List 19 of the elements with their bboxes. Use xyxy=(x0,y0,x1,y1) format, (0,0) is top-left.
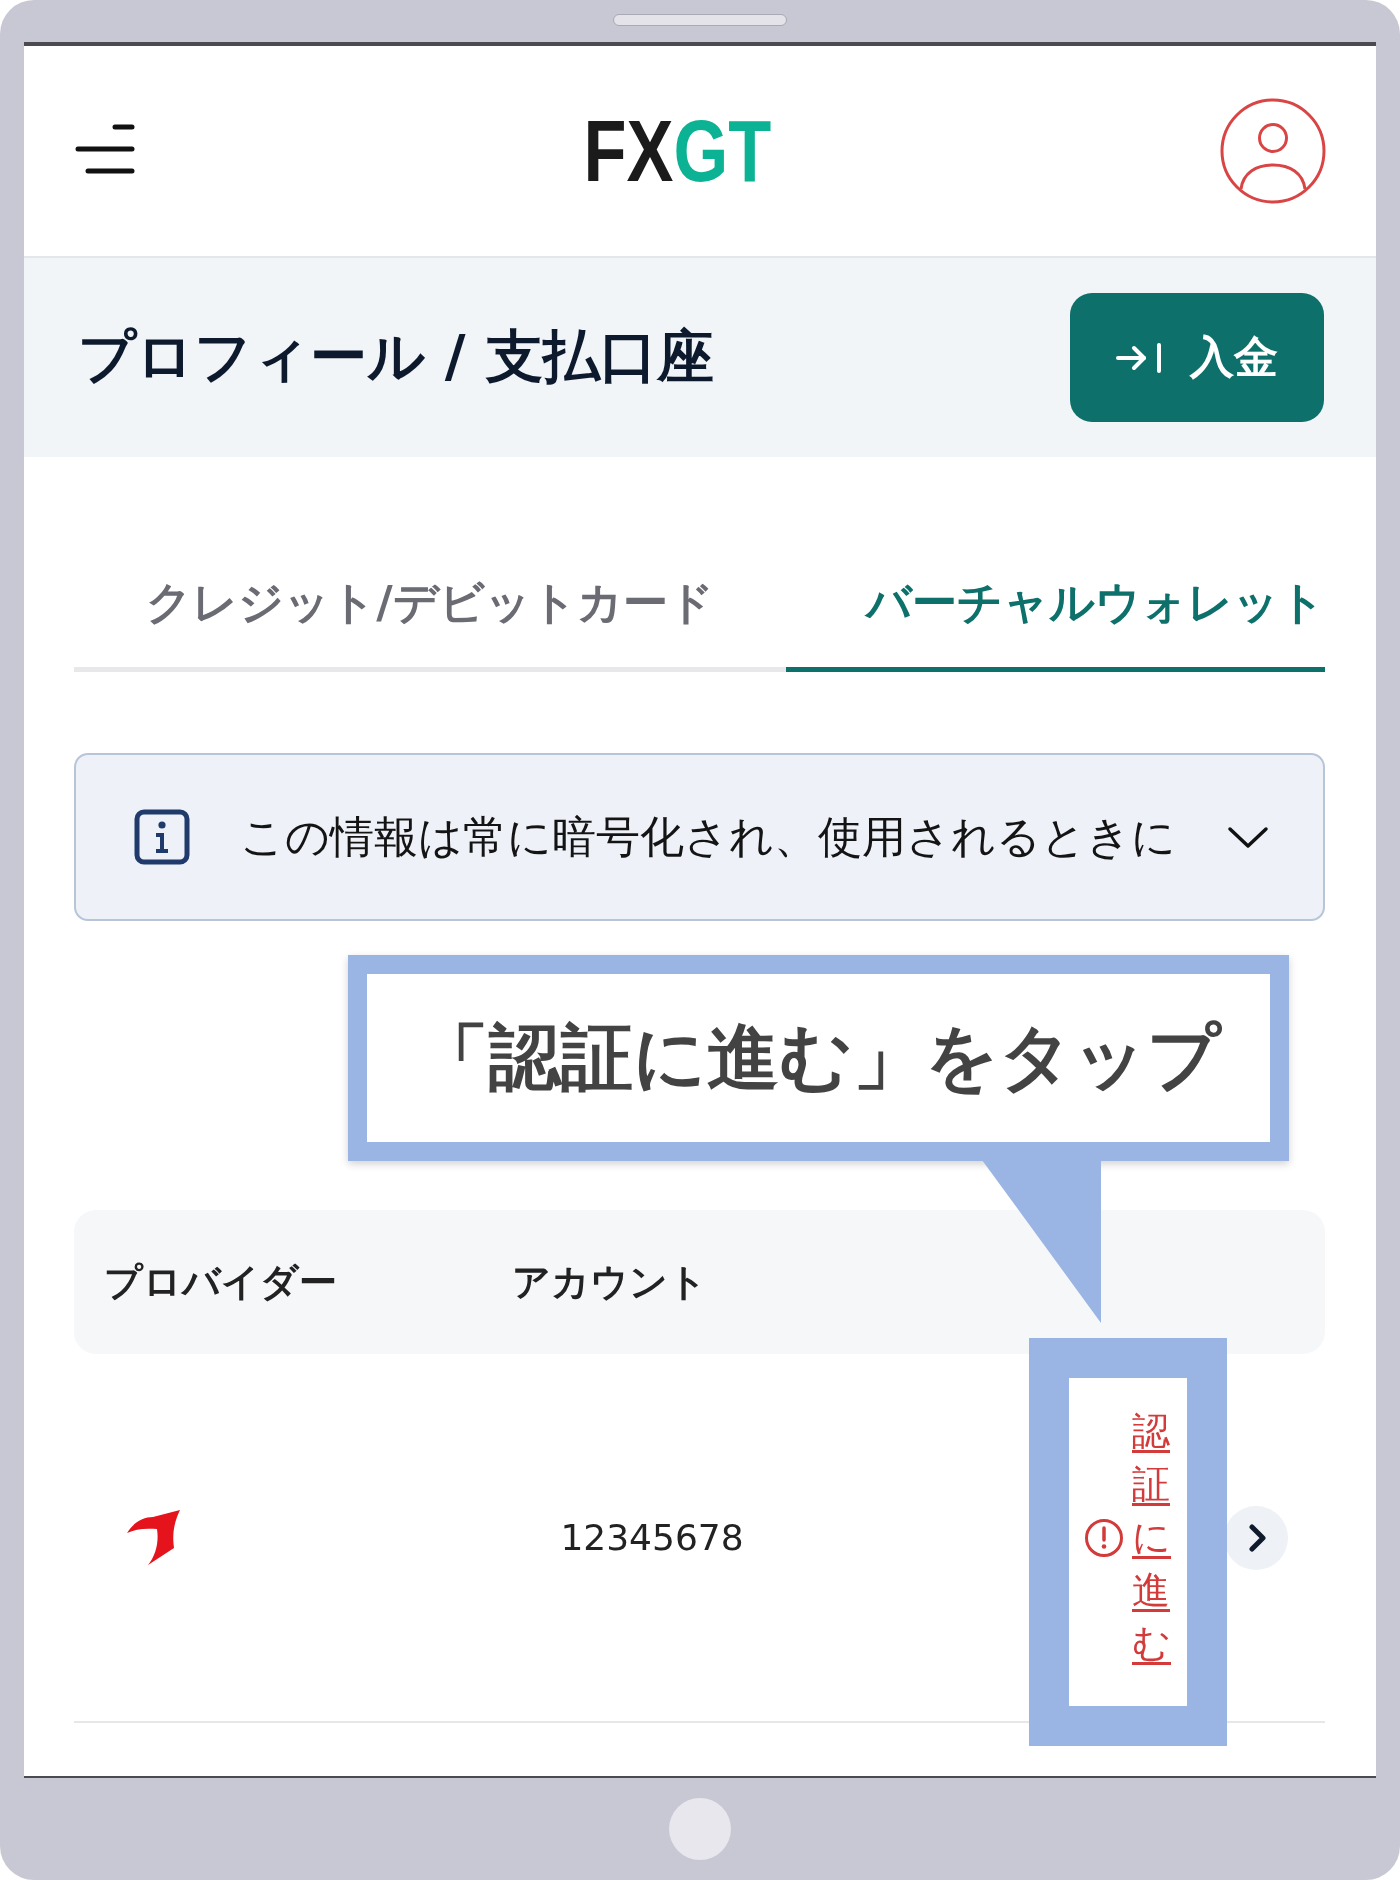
chevron-right-icon xyxy=(1248,1523,1267,1552)
arrow-right-bar-icon xyxy=(1116,341,1162,374)
logo[interactable]: FXGT xyxy=(583,107,772,195)
menu-icon[interactable] xyxy=(75,123,135,175)
tab[interactable]: クレジット/デビットカード xyxy=(74,555,786,672)
account-number: 12345678 xyxy=(560,1517,744,1558)
provider-logo-icon xyxy=(127,1510,181,1565)
user-avatar-icon[interactable] xyxy=(1220,98,1326,204)
notice-text: この情報は常に暗号化され、使用されるときに xyxy=(240,809,1176,864)
info-icon xyxy=(134,809,190,865)
deposit-button[interactable]: 入金 xyxy=(1070,293,1324,422)
tab[interactable]: バーチャルウォレット xyxy=(786,555,1325,672)
column-header: アカウント xyxy=(512,1259,707,1304)
chevron-down-icon[interactable] xyxy=(1227,825,1269,849)
verify-link[interactable]: 認証に進む xyxy=(1132,1404,1170,1671)
column-header: プロバイダー xyxy=(104,1259,337,1304)
page-title: プロフィール / 支払口座 xyxy=(78,322,714,391)
callout-text: 「認証に進む」をタップ xyxy=(416,1018,1221,1098)
info-notice[interactable]: この情報は常に暗号化され、使用されるときに xyxy=(74,753,1325,921)
